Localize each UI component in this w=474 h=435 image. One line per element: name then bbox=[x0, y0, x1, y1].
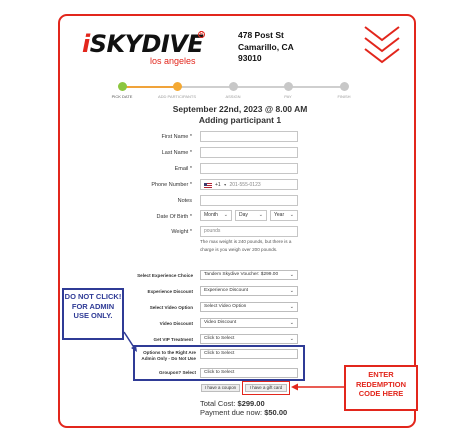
vip-treatment-label: Get VIP Treatment bbox=[153, 337, 194, 342]
notes-input[interactable] bbox=[200, 195, 298, 206]
email-label: Email * bbox=[174, 166, 192, 172]
first-name-label: First Name * bbox=[161, 134, 192, 140]
experience-choice-label: Select Experience Choice bbox=[137, 273, 193, 278]
booking-status: Adding participant 1 bbox=[198, 114, 282, 125]
last-name-input[interactable] bbox=[200, 147, 298, 158]
video-discount-label: Video Discount bbox=[159, 321, 193, 326]
admin-options-select[interactable]: Click to Select bbox=[200, 349, 298, 359]
total-cost: Total Cost: $299.00 bbox=[200, 399, 265, 408]
booking-progress: PICK DATE ADD PARTICIPANTS ASSIGN PAY FI… bbox=[96, 82, 370, 104]
chevron-down-icon: ⌄ bbox=[258, 212, 263, 218]
last-name-label: Last Name * bbox=[161, 150, 192, 156]
video-option-label: Select Video Option bbox=[149, 305, 193, 310]
notes-label: Notes bbox=[177, 198, 192, 204]
admin-options-label: Options to the Right Are Admin Only - Do… bbox=[141, 350, 196, 361]
payment-due: Payment due now: $50.00 bbox=[200, 408, 288, 417]
email-input[interactable] bbox=[200, 163, 298, 174]
chevron-down-icon: ⌄ bbox=[289, 320, 294, 326]
redemption-callout: ENTER REDEMPTION CODE HERE bbox=[344, 365, 418, 411]
phone-input[interactable]: +1 ▾ 201-555-0123 bbox=[200, 179, 298, 190]
groupon-select[interactable]: Click to Select bbox=[200, 368, 298, 378]
address-line2: Camarillo, CA bbox=[238, 41, 294, 52]
vip-treatment-select[interactable]: Click to Select ⌄ bbox=[200, 334, 298, 344]
gift-card-highlight bbox=[242, 381, 290, 395]
chevron-down-icon bbox=[364, 26, 400, 64]
us-flag-icon bbox=[204, 183, 212, 188]
experience-discount-label: Experience Discount bbox=[147, 289, 193, 294]
weight-label: Weight * bbox=[171, 229, 192, 235]
video-option-select[interactable]: Select Video Option ⌄ bbox=[200, 302, 298, 312]
phone-placeholder: 201-555-0123 bbox=[229, 182, 261, 188]
experience-discount-select[interactable]: Experience Discount ⌄ bbox=[200, 286, 298, 296]
weight-note: The max weight is 240 pounds, but there … bbox=[200, 239, 292, 252]
video-discount-select[interactable]: Video Discount ⌄ bbox=[200, 318, 298, 328]
arrow-icon bbox=[123, 331, 137, 352]
dob-label: Date Of Birth * bbox=[156, 214, 192, 220]
step-pick-date: PICK DATE bbox=[95, 82, 149, 99]
step-add-participants: ADD PARTICIPANTS bbox=[150, 82, 204, 99]
chevron-down-icon: ⌄ bbox=[289, 336, 294, 342]
booking-heading: September 22nd, 2023 @ 8.00 AM Adding pa… bbox=[140, 104, 340, 125]
chevron-down-icon: ⌄ bbox=[289, 288, 294, 294]
iskydive-logo: iSKYDIVE R los angeles bbox=[82, 30, 212, 68]
chevron-down-icon: ⌄ bbox=[223, 212, 228, 218]
coupon-button[interactable]: I have a coupon bbox=[201, 384, 240, 392]
arrow-icon bbox=[291, 383, 344, 391]
step-pay: PAY bbox=[261, 82, 315, 99]
dob-month-select[interactable]: Month ⌄ bbox=[200, 210, 232, 221]
address-block: 478 Post St Camarillo, CA 93010 bbox=[238, 30, 294, 65]
booking-date: September 22nd, 2023 @ 8.00 AM bbox=[172, 104, 308, 114]
phone-country-code[interactable]: +1 bbox=[215, 182, 221, 188]
dob-year-select[interactable]: Year ⌄ bbox=[270, 210, 298, 221]
groupon-label: Groupon? Select bbox=[158, 370, 196, 375]
step-finish: FINISH bbox=[317, 82, 371, 99]
logo-wordmark: iSKYDIVE bbox=[82, 30, 204, 58]
logo-location: los angeles bbox=[150, 56, 196, 66]
address-line3: 93010 bbox=[238, 53, 262, 63]
experience-choice-select[interactable]: Tandem Skydive Voucher: $299.00 ⌄ bbox=[200, 270, 298, 280]
dob-day-select[interactable]: Day ⌄ bbox=[235, 210, 267, 221]
chevron-down-icon: ⌄ bbox=[289, 304, 294, 310]
phone-label: Phone Number * bbox=[151, 182, 192, 188]
address-line1: 478 Post St bbox=[238, 30, 284, 40]
registered-mark: R bbox=[198, 31, 205, 38]
step-assign: ASSIGN bbox=[206, 82, 260, 99]
chevron-down-icon: ⌄ bbox=[289, 272, 294, 278]
weight-input[interactable]: pounds bbox=[200, 226, 298, 237]
first-name-input[interactable] bbox=[200, 131, 298, 142]
admin-warning-callout: DO NOT CLICK! FOR ADMIN USE ONLY. bbox=[62, 288, 124, 340]
chevron-down-icon: ⌄ bbox=[289, 212, 294, 218]
totals-block: Total Cost: $299.00 Payment due now: $50… bbox=[200, 399, 287, 417]
